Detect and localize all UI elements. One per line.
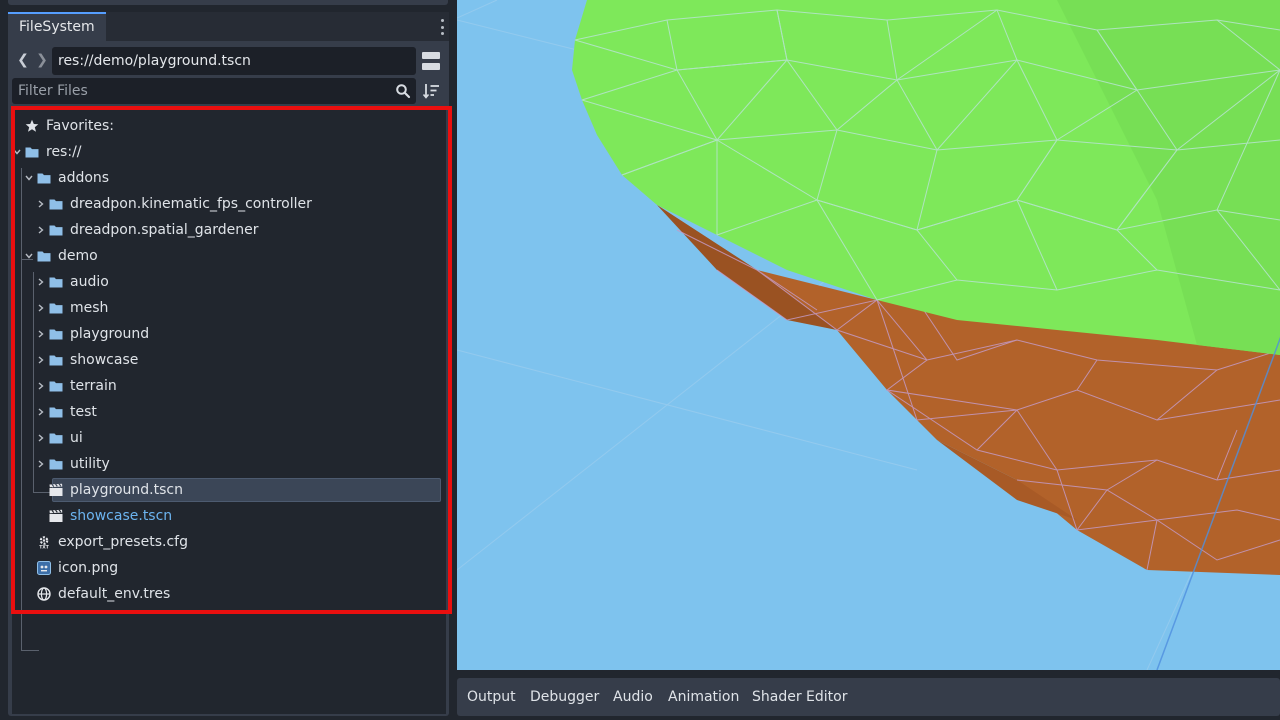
tree-item-label: res:// — [46, 144, 82, 160]
folder-icon — [37, 173, 51, 184]
filesystem-dock: FileSystem ❮ ❯ res://demo/playground.tsc… — [8, 12, 449, 716]
tab-audio[interactable]: Audio — [613, 678, 653, 716]
tree-item-label: default_env.tres — [58, 586, 171, 602]
folder-icon — [49, 355, 63, 366]
tree-item-demo[interactable]: demo — [12, 244, 442, 268]
tree-item-addons[interactable]: addons — [12, 166, 442, 190]
image-icon — [37, 561, 51, 575]
tab-shader-editor[interactable]: Shader Editor — [752, 678, 847, 716]
tree-item-addon[interactable]: dreadpon.spatial_gardener — [12, 218, 442, 242]
environment-icon — [37, 587, 51, 601]
folder-icon — [49, 329, 63, 340]
tab-strip — [106, 12, 449, 41]
tree-item-folder[interactable]: test — [12, 400, 442, 424]
tree-item-label: addons — [58, 170, 110, 186]
folder-icon — [49, 407, 63, 418]
tree-item-folder[interactable]: audio — [12, 270, 442, 294]
tree-item-label: dreadpon.spatial_gardener — [70, 222, 259, 238]
tree-item-label: terrain — [70, 378, 117, 394]
chevron-down-icon[interactable] — [25, 174, 33, 182]
file-tree: Favorites: res:// addons dreadpon.kinema… — [12, 108, 446, 714]
chevron-down-icon[interactable] — [13, 148, 21, 156]
tree-item-folder[interactable]: ui — [12, 426, 442, 450]
search-icon[interactable] — [395, 83, 411, 99]
folder-icon — [49, 199, 63, 210]
tree-item-label: showcase — [70, 352, 139, 368]
split-view-icon[interactable] — [422, 52, 440, 70]
chevron-right-icon[interactable] — [37, 278, 45, 286]
folder-icon — [49, 381, 63, 392]
back-arrow-icon[interactable]: ❮ — [16, 51, 30, 69]
dock-menu-icon[interactable] — [437, 19, 447, 35]
folder-icon — [49, 459, 63, 470]
tree-item-scene[interactable]: showcase.tscn — [12, 504, 442, 528]
tree-item-label: utility — [70, 456, 110, 472]
tree-item-label: dreadpon.kinematic_fps_controller — [70, 196, 312, 212]
favorites-label: Favorites: — [46, 118, 114, 134]
tab-debugger[interactable]: Debugger — [530, 678, 599, 716]
chevron-right-icon[interactable] — [37, 304, 45, 312]
tree-item-addon[interactable]: dreadpon.kinematic_fps_controller — [12, 192, 442, 216]
tree-item-label: showcase.tscn — [70, 508, 173, 524]
3d-viewport[interactable] — [457, 0, 1280, 670]
chevron-right-icon[interactable] — [37, 226, 45, 234]
tree-item-label: icon.png — [58, 560, 119, 576]
chevron-down-icon[interactable] — [25, 252, 33, 260]
svg-text:TXT: TXT — [39, 545, 50, 549]
folder-icon — [49, 225, 63, 236]
tree-item-scene-selected[interactable]: playground.tscn — [12, 478, 442, 502]
tree-item-file[interactable]: TXT export_presets.cfg — [12, 530, 442, 554]
tree-item-folder[interactable]: mesh — [12, 296, 442, 320]
tree-item-label: test — [70, 404, 97, 420]
chevron-right-icon[interactable] — [37, 434, 45, 442]
tree-item-label: playground.tscn — [70, 482, 183, 498]
star-icon — [25, 119, 39, 132]
tab-animation[interactable]: Animation — [668, 678, 739, 716]
tree-item-label: mesh — [70, 300, 109, 316]
chevron-right-icon[interactable] — [37, 382, 45, 390]
terrain-mesh-render — [457, 0, 1280, 670]
tab-output[interactable]: Output — [467, 678, 516, 716]
tree-item-label: playground — [70, 326, 150, 342]
filter-files-input[interactable]: Filter Files — [12, 78, 416, 104]
folder-icon — [25, 147, 39, 158]
chevron-right-icon[interactable] — [37, 460, 45, 468]
folder-icon — [49, 277, 63, 288]
tab-filesystem[interactable]: FileSystem — [8, 12, 106, 41]
sort-icon[interactable] — [422, 82, 440, 100]
tree-item-file[interactable]: icon.png — [12, 556, 442, 580]
path-input[interactable]: res://demo/playground.tscn — [52, 47, 416, 75]
forward-arrow-icon[interactable]: ❯ — [35, 51, 49, 69]
tree-item-folder[interactable]: playground — [12, 322, 442, 346]
tree-guide-line — [21, 650, 39, 651]
tree-item-label: demo — [58, 248, 98, 264]
tree-item-label: audio — [70, 274, 109, 290]
editor-window: FileSystem ❮ ❯ res://demo/playground.tsc… — [0, 0, 1280, 720]
tree-item-label: ui — [70, 430, 83, 446]
chevron-right-icon[interactable] — [37, 330, 45, 338]
scene-clapper-icon — [49, 509, 63, 522]
tree-item-root[interactable]: res:// — [12, 140, 442, 164]
chevron-right-icon[interactable] — [37, 356, 45, 364]
folder-icon — [49, 303, 63, 314]
tree-item-folder[interactable]: showcase — [12, 348, 442, 372]
scene-clapper-icon — [49, 483, 63, 496]
tree-item-label: export_presets.cfg — [58, 534, 188, 550]
tree-item-folder[interactable]: terrain — [12, 374, 442, 398]
config-icon: TXT — [39, 536, 50, 549]
folder-icon — [37, 251, 51, 262]
chevron-right-icon[interactable] — [37, 408, 45, 416]
favorites-row[interactable]: Favorites: — [12, 114, 442, 138]
upper-dock-edge — [8, 0, 448, 5]
chevron-right-icon[interactable] — [37, 200, 45, 208]
tree-item-folder[interactable]: utility — [12, 452, 442, 476]
folder-icon — [49, 433, 63, 444]
bottom-panel-tabs: Output Debugger Audio Animation Shader E… — [457, 678, 1280, 716]
tree-item-file[interactable]: default_env.tres — [12, 582, 442, 606]
